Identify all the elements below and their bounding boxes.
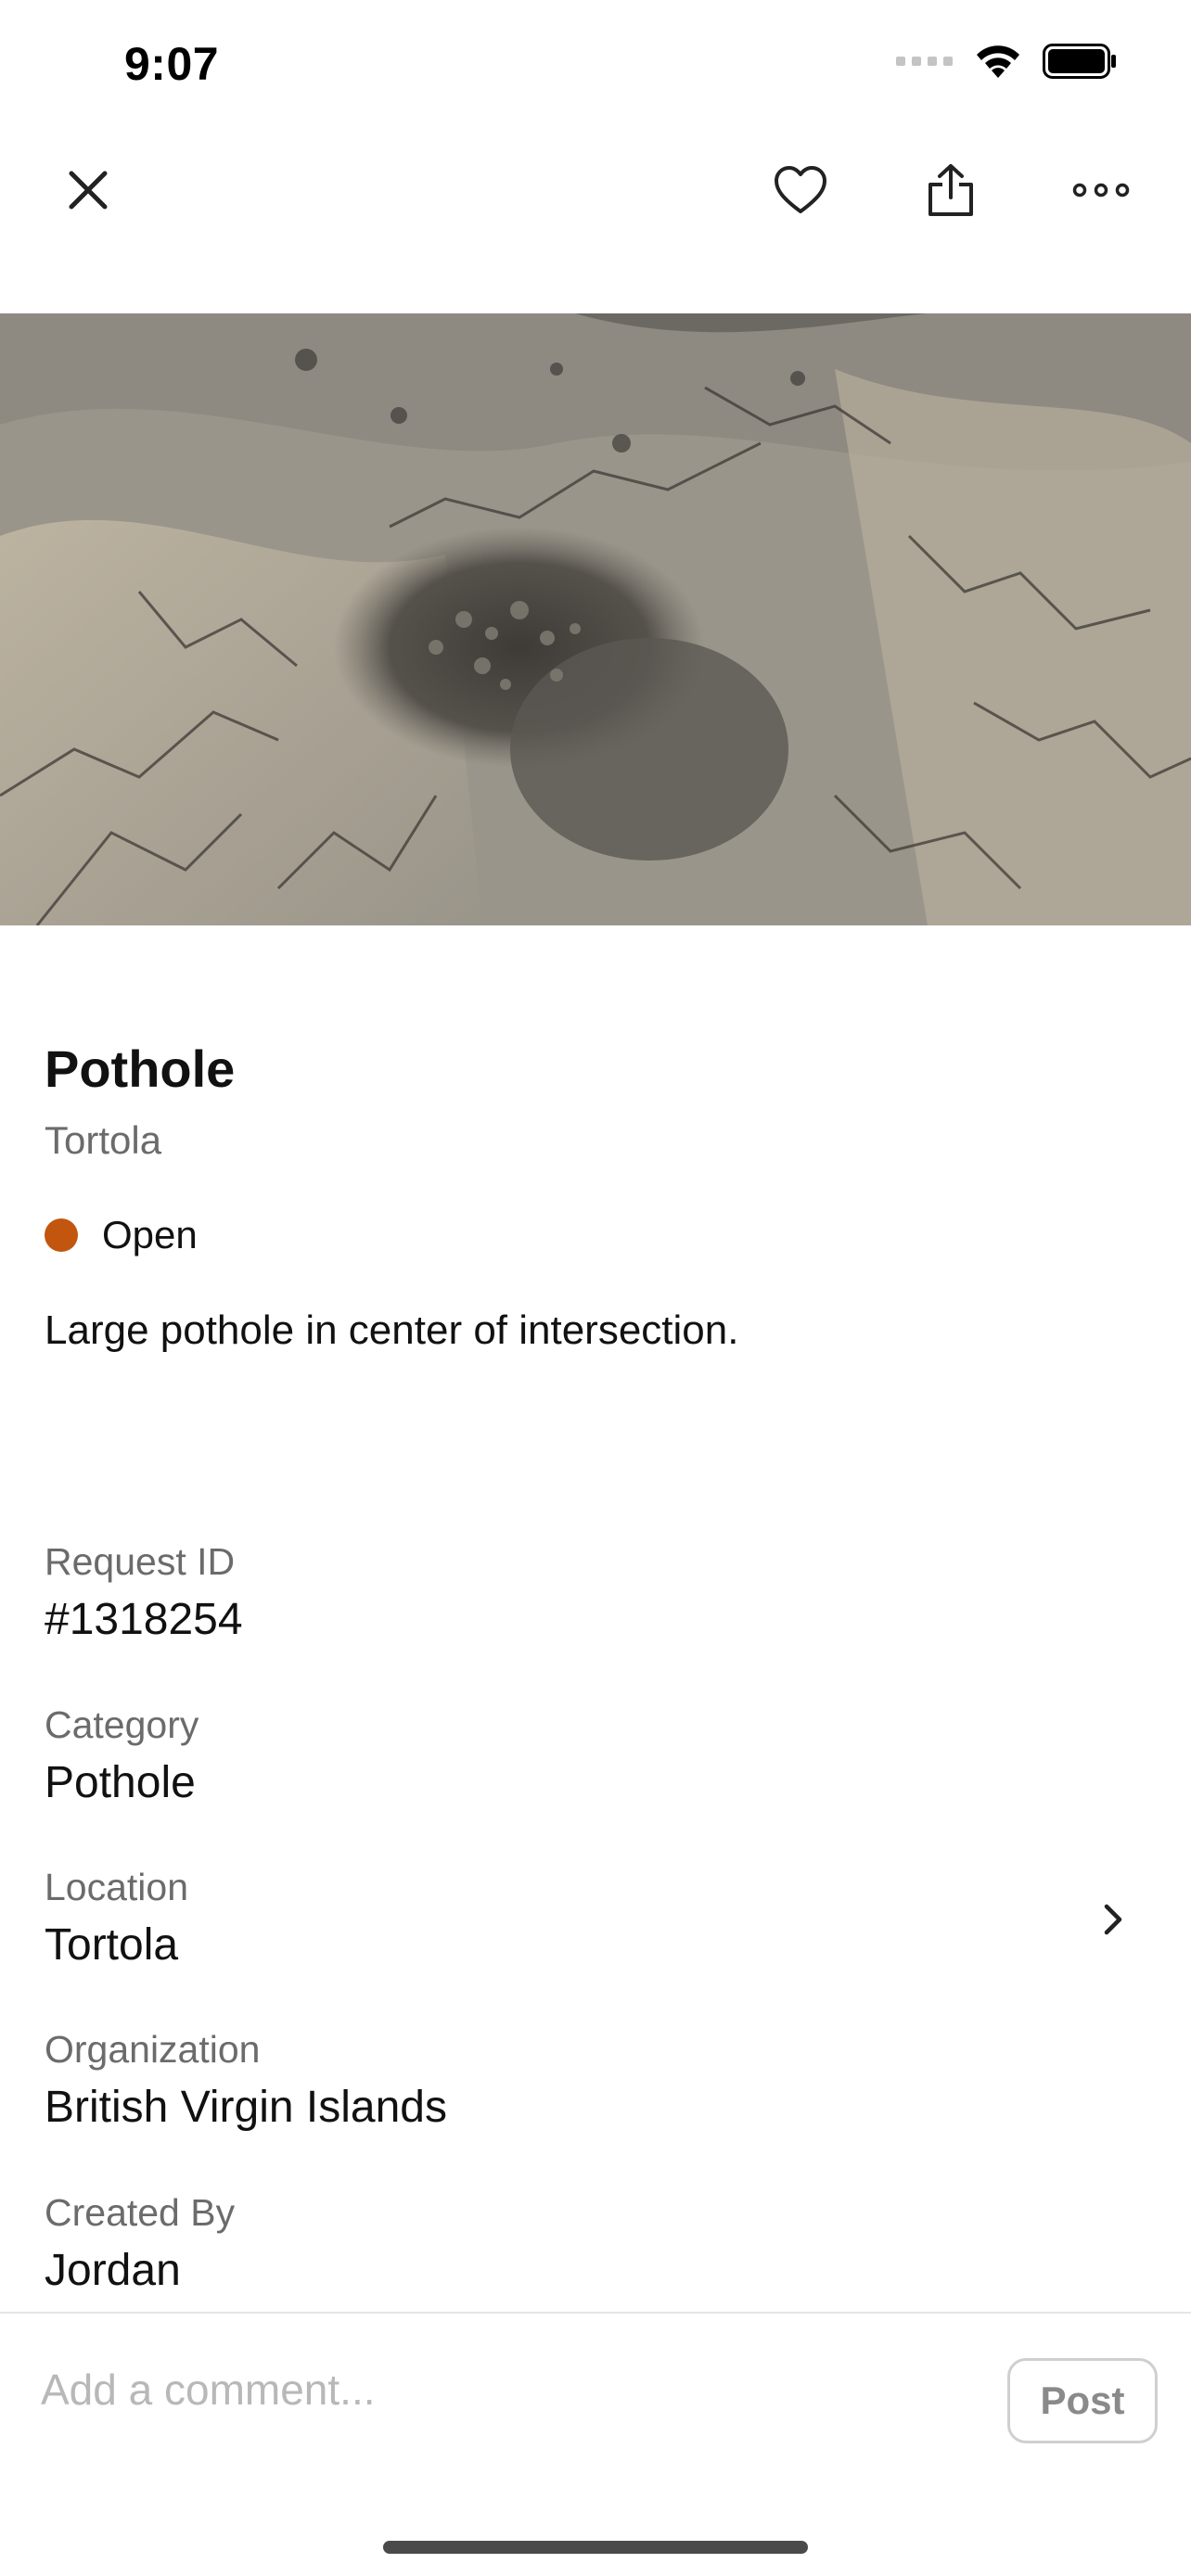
post-button[interactable]: Post [1007, 2358, 1158, 2443]
favorite-button[interactable] [759, 148, 842, 232]
report-subtitle: Tortola [45, 1118, 162, 1162]
report-photo[interactable] [0, 313, 1191, 925]
field-label: Location [45, 1866, 189, 1908]
more-button[interactable] [1059, 148, 1143, 232]
field-request-id: Request ID #1318254 [45, 1536, 1146, 1652]
field-created-by: Created By Jordan [45, 2187, 1146, 2303]
comment-bar: Post [0, 2312, 1191, 2576]
wifi-icon [977, 45, 1019, 78]
heart-icon [775, 166, 826, 213]
comment-input[interactable] [41, 2353, 950, 2427]
field-location[interactable]: Location Tortola [45, 1861, 1146, 1978]
status-time: 9:07 [124, 38, 220, 90]
status-row: Open [45, 1213, 198, 1257]
share-button[interactable] [909, 148, 992, 232]
status-icons [896, 43, 1117, 80]
field-label: Request ID [45, 1540, 236, 1583]
battery-icon [1043, 44, 1116, 79]
report-description: Large pothole in center of intersection. [45, 1307, 739, 1353]
field-value: Pothole [45, 1758, 196, 1807]
field-label: Organization [45, 2028, 261, 2071]
report-detail-screen: 9:07 Pothole Tortola Open Large pothole … [0, 0, 1191, 2576]
field-value: #1318254 [45, 1595, 243, 1644]
cellular-icon [896, 57, 953, 66]
pothole-image [0, 313, 1191, 925]
home-indicator[interactable] [383, 2541, 808, 2554]
field-value: British Virgin Islands [45, 2083, 447, 2132]
chevron-right-icon[interactable] [1095, 1901, 1132, 1938]
field-value: Jordan [45, 2246, 181, 2295]
field-organization: Organization British Virgin Islands [45, 2023, 1146, 2140]
field-label: Category [45, 1703, 199, 1746]
close-button[interactable] [46, 148, 130, 232]
more-icon [1072, 183, 1130, 198]
share-icon [928, 164, 973, 216]
field-label: Created By [45, 2191, 236, 2234]
status-dot-icon [45, 1218, 78, 1252]
report-title: Pothole [45, 1039, 236, 1098]
status-text: Open [102, 1213, 198, 1256]
close-icon [69, 171, 108, 210]
field-category: Category Pothole [45, 1699, 1146, 1816]
field-value: Tortola [45, 1920, 179, 1970]
